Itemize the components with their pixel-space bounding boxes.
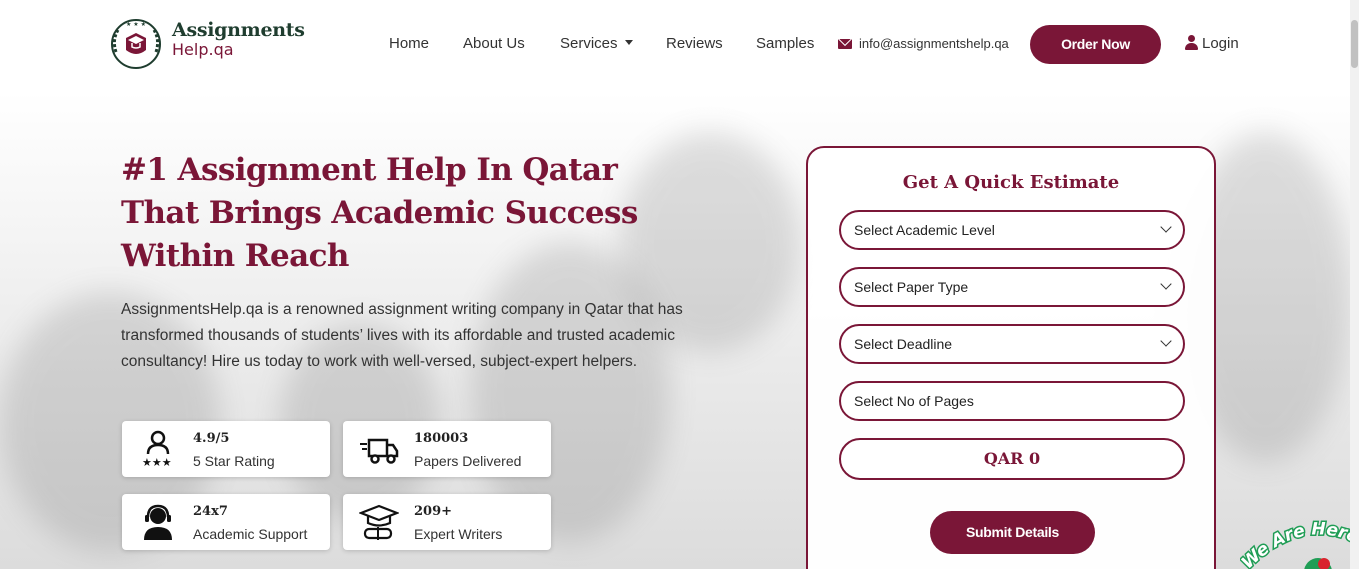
pages-placeholder: Select No of Pages [854,393,974,409]
hero-title-line: Within Reach [121,238,349,274]
hero-title: #1 Assignment Help In Qatar That Brings … [121,149,681,278]
stat-card-writers: 209+ Expert Writers [343,494,551,550]
chevron-down-icon [1160,335,1172,347]
site-logo[interactable]: ★ ★ ★ Assignments Help.qa [108,16,318,72]
chat-widget[interactable]: We Are Here! [1240,520,1359,569]
select-value: Select Paper Type [854,279,969,295]
rating-icon: ★★★ [142,430,172,468]
login-link[interactable]: Login [1185,35,1239,53]
stat-value: 209+ [414,504,453,519]
submit-details-button[interactable]: Submit Details [930,511,1095,554]
paper-type-select[interactable]: Select Paper Type [839,267,1185,307]
hero-title-line: #1 Assignment Help In Qatar [121,152,618,188]
academic-level-select[interactable]: Select Academic Level [839,210,1185,250]
page-scrollbar[interactable] [1350,0,1359,569]
order-now-button[interactable]: Order Now [1030,25,1161,64]
svg-text:We Are Here!: We Are Here! [1240,520,1359,569]
stat-label: Papers Delivered [414,453,522,469]
nav-reviews[interactable]: Reviews [666,35,723,53]
support-agent-icon [144,504,172,540]
chevron-down-icon [1160,221,1172,233]
scrollbar-thumb[interactable] [1351,20,1358,68]
site-header: ★ ★ ★ Assignments Help.qa Home About Us … [0,0,1359,92]
select-value: Select Deadline [854,336,953,352]
hero-title-line: That Brings Academic Success [121,195,638,231]
delivery-truck-icon [360,438,399,464]
stat-label: Expert Writers [414,526,503,542]
nav-services[interactable]: Services [560,35,633,53]
stat-label: 5 Star Rating [193,453,275,469]
price-display: QAR 0 [839,438,1185,480]
email-link[interactable]: info@assignmentshelp.qa [838,36,1009,52]
deadline-select[interactable]: Select Deadline [839,324,1185,364]
logo-line1: Assignments [172,19,305,41]
nav-samples[interactable]: Samples [756,35,814,53]
nav-services-label: Services [560,35,618,52]
logo-text: Assignments Help.qa [172,21,305,58]
chat-bubble-icon: We Are Here! [1240,520,1359,569]
chat-badge-text: We Are Here! [1240,520,1359,569]
hero-section: #1 Assignment Help In Qatar That Brings … [0,92,1359,569]
login-label: Login [1202,35,1239,52]
stat-card-support: 24x7 Academic Support [122,494,330,550]
svg-text:★★★: ★★★ [142,456,172,468]
email-text: info@assignmentshelp.qa [859,36,1009,51]
graduation-cap-icon [359,504,399,540]
stat-card-papers: 180003 Papers Delivered [343,421,551,477]
logo-badge-icon: ★ ★ ★ [111,19,161,69]
select-value: Select Academic Level [854,222,995,238]
quick-estimate-form: Get A Quick Estimate Select Academic Lev… [806,146,1216,569]
stat-value: 4.9/5 [193,431,230,446]
chevron-down-icon [1160,278,1172,290]
stat-card-rating: ★★★ 4.9/5 5 Star Rating [122,421,330,477]
nav-about-us[interactable]: About Us [463,35,525,53]
stat-value: 24x7 [193,504,228,519]
svg-text:★ ★ ★: ★ ★ ★ [126,21,146,28]
stat-label: Academic Support [193,526,308,542]
hero-description: AssignmentsHelp.qa is a renowned assignm… [121,301,683,370]
caret-down-icon [624,40,633,45]
pages-input[interactable]: Select No of Pages [839,381,1185,421]
envelope-icon [838,39,852,49]
logo-line2: Help.qa [172,40,234,59]
nav-home[interactable]: Home [389,35,429,53]
user-icon [1185,35,1198,50]
estimate-title: Get A Quick Estimate [902,172,1120,193]
stat-value: 180003 [414,431,469,446]
